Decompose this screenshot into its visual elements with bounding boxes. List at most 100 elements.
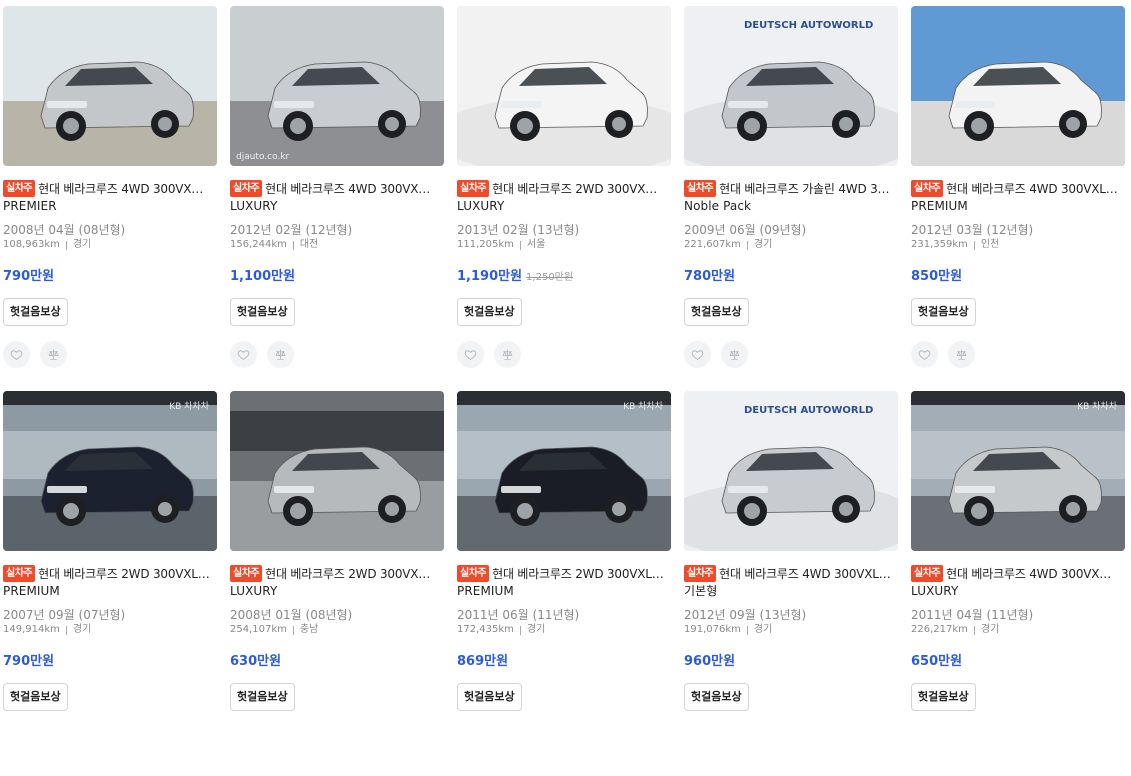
car-trim: Noble Pack: [684, 199, 752, 213]
listing-card[interactable]: djauto.co.kr 실차주 현대 베라크루즈 4WD 300VX… LUX…: [230, 6, 445, 391]
compensation-button[interactable]: 헛걸음보상: [684, 298, 749, 326]
compensation-button[interactable]: 헛걸음보상: [457, 298, 522, 326]
favorite-button[interactable]: [457, 341, 484, 368]
car-photo-image: [3, 391, 217, 551]
car-title[interactable]: 현대 베라크루즈 2WD 300VXL…: [492, 565, 663, 582]
price-row: 650만원: [911, 652, 1126, 672]
owner-badge: 실차주: [911, 565, 944, 582]
car-title[interactable]: 현대 베라크루즈 2WD 300VX…: [265, 565, 430, 582]
car-photo[interactable]: DEUTSCH AUTOWORLD: [684, 6, 898, 166]
price-row: 630만원: [230, 652, 445, 672]
car-price: 869만원: [457, 654, 509, 669]
car-meta: 108,963km 경기: [3, 238, 218, 252]
car-photo[interactable]: [911, 6, 1125, 166]
photo-watermark: DEUTSCH AUTOWORLD: [744, 20, 874, 31]
car-photo[interactable]: [457, 6, 671, 166]
compensation-button[interactable]: 헛걸음보상: [911, 298, 976, 326]
car-year: 2008년 04월 (08년형): [3, 223, 126, 237]
car-meta: 172,435km 경기: [457, 623, 672, 637]
car-region: 인천: [980, 239, 1000, 250]
favorite-button[interactable]: [230, 341, 257, 368]
listing-card[interactable]: DEUTSCH AUTOWORLD 실차주 현대 베라크루즈 4WD 300VX…: [684, 391, 899, 776]
compensation-button[interactable]: 헛걸음보상: [457, 683, 522, 711]
favorite-button[interactable]: [3, 341, 30, 368]
car-year: 2012년 03월 (12년형): [911, 223, 1034, 237]
listing-card[interactable]: KB 차차차 실차주 현대 베라크루즈 4WD 300VX… LUXURY 20…: [911, 391, 1126, 776]
favorite-button[interactable]: [684, 341, 711, 368]
title-row: 실차주 현대 베라크루즈 4WD 300VXL…: [911, 180, 1126, 197]
meta-divider: [65, 240, 67, 250]
car-photo[interactable]: KB 차차차: [457, 391, 671, 551]
car-title[interactable]: 현대 베라크루즈 2WD 300VXL…: [38, 565, 209, 582]
compensation-button[interactable]: 헛걸음보상: [230, 683, 295, 711]
compare-button[interactable]: [267, 341, 294, 368]
car-photo[interactable]: DEUTSCH AUTOWORLD: [684, 391, 898, 551]
photo-watermark: KB 차차차: [169, 402, 209, 412]
car-trim: LUXURY: [457, 199, 505, 213]
owner-badge: 실차주: [3, 180, 36, 197]
price-row: 790만원: [3, 267, 218, 287]
car-year: 2009년 06월 (09년형): [684, 223, 807, 237]
scale-icon: [729, 349, 740, 360]
car-trim: 기본형: [684, 584, 718, 598]
heart-icon: [691, 350, 704, 360]
meta-divider: [65, 625, 67, 635]
car-trim: LUXURY: [911, 584, 959, 598]
car-photo[interactable]: [230, 391, 444, 551]
listing-card[interactable]: 실차주 현대 베라크루즈 2WD 300VX… LUXURY 2008년 01월…: [230, 391, 445, 776]
listing-card[interactable]: KB 차차차 실차주 현대 베라크루즈 2WD 300VXL… PREMIUM …: [3, 391, 218, 776]
car-meta: 111,205km 서울: [457, 238, 672, 252]
scale-icon: [275, 349, 286, 360]
car-region: 충남: [299, 624, 319, 635]
compensation-button[interactable]: 헛걸음보상: [3, 298, 68, 326]
compare-button[interactable]: [721, 341, 748, 368]
compensation-button[interactable]: 헛걸음보상: [3, 683, 68, 711]
title-row: 실차주 현대 베라크루즈 가솔린 4WD 380…: [684, 180, 899, 197]
car-title[interactable]: 현대 베라크루즈 4WD 300VX…: [38, 180, 203, 197]
compare-button[interactable]: [494, 341, 521, 368]
listing-card[interactable]: KB 차차차 실차주 현대 베라크루즈 2WD 300VXL… PREMIUM …: [457, 391, 672, 776]
price-row: 1,100만원: [230, 267, 445, 287]
compensation-button[interactable]: 헛걸음보상: [911, 683, 976, 711]
listing-card[interactable]: 실차주 현대 베라크루즈 4WD 300VXL… PREMIUM 2012년 0…: [911, 6, 1126, 391]
car-photo[interactable]: [3, 6, 217, 166]
car-title[interactable]: 현대 베라크루즈 4WD 300VXL…: [719, 565, 890, 582]
car-title[interactable]: 현대 베라크루즈 4WD 300VX…: [265, 180, 430, 197]
car-title[interactable]: 현대 베라크루즈 4WD 300VX…: [946, 565, 1111, 582]
owner-badge: 실차주: [457, 565, 490, 582]
car-region: 경기: [753, 239, 773, 250]
compensation-button[interactable]: 헛걸음보상: [684, 683, 749, 711]
car-title[interactable]: 현대 베라크루즈 가솔린 4WD 380…: [719, 180, 895, 197]
car-year: 2011년 04월 (11년형): [911, 608, 1034, 622]
car-photo-image: [457, 6, 671, 166]
car-trim: PREMIUM: [3, 584, 60, 598]
car-price: 1,190만원: [457, 269, 523, 284]
title-row: 실차주 현대 베라크루즈 2WD 300VX…: [457, 180, 672, 197]
listing-card[interactable]: DEUTSCH AUTOWORLD 실차주 현대 베라크루즈 가솔린 4WD 3…: [684, 6, 899, 391]
car-title[interactable]: 현대 베라크루즈 2WD 300VX…: [492, 180, 657, 197]
car-year: 2011년 06월 (11년형): [457, 608, 580, 622]
listing-card[interactable]: 실차주 현대 베라크루즈 2WD 300VX… LUXURY 2013년 02월…: [457, 6, 672, 391]
compensation-button[interactable]: 헛걸음보상: [230, 298, 295, 326]
car-trim: LUXURY: [230, 584, 278, 598]
compare-button[interactable]: [948, 341, 975, 368]
car-region: 경기: [72, 624, 92, 635]
price-row: 780만원: [684, 267, 899, 287]
meta-divider: [746, 625, 748, 635]
car-price: 850만원: [911, 269, 963, 284]
meta-divider: [746, 240, 748, 250]
car-photo[interactable]: djauto.co.kr: [230, 6, 444, 166]
title-row: 실차주 현대 베라크루즈 2WD 300VX…: [230, 565, 445, 582]
listing-card[interactable]: 실차주 현대 베라크루즈 4WD 300VX… PREMIER 2008년 04…: [3, 6, 218, 391]
photo-watermark: djauto.co.kr: [236, 152, 290, 162]
car-title[interactable]: 현대 베라크루즈 4WD 300VXL…: [946, 180, 1117, 197]
car-trim: PREMIER: [3, 199, 57, 213]
car-photo[interactable]: KB 차차차: [911, 391, 1125, 551]
car-photo-image: [911, 6, 1125, 166]
car-photo[interactable]: KB 차차차: [3, 391, 217, 551]
favorite-button[interactable]: [911, 341, 938, 368]
car-meta: 231,359km 인천: [911, 238, 1126, 252]
compare-button[interactable]: [40, 341, 67, 368]
action-icons: [911, 341, 1126, 368]
car-year: 2013년 02월 (13년형): [457, 223, 580, 237]
